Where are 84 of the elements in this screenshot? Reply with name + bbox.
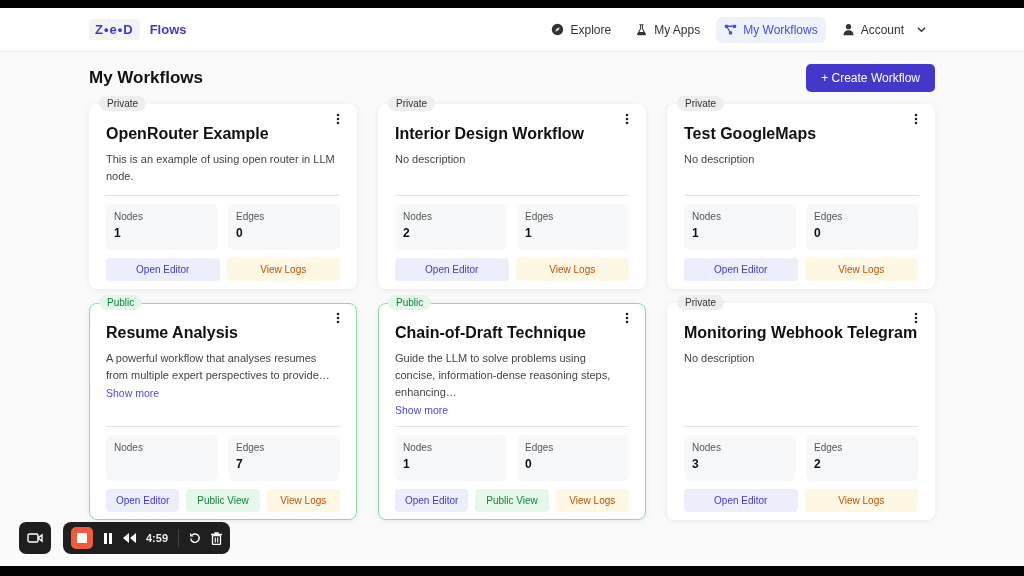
stat-label: Nodes xyxy=(403,442,433,453)
view-logs-button[interactable]: View Logs xyxy=(226,258,340,281)
open-editor-button[interactable]: Open Editor xyxy=(106,258,220,281)
flask-icon xyxy=(635,23,649,36)
view-logs-button[interactable]: View Logs xyxy=(555,489,629,512)
visibility-badge: Private xyxy=(99,96,147,111)
public-view-button[interactable]: Public View xyxy=(186,489,260,512)
nav-item[interactable]: My Workflows xyxy=(716,16,826,43)
card-title: Resume Analysis xyxy=(106,323,239,343)
card-description: No description xyxy=(684,351,756,366)
stat-label: Nodes xyxy=(114,211,144,222)
nav-item[interactable]: Explore xyxy=(543,16,620,43)
logo[interactable]: Z•e•D xyxy=(89,19,140,40)
open-editor-button[interactable]: Open Editor xyxy=(684,489,798,512)
stat-label: Edges xyxy=(525,442,555,453)
stat-value: 1 xyxy=(114,226,122,240)
visibility-badge: Private xyxy=(677,295,725,310)
more-icon[interactable] xyxy=(336,312,340,324)
open-editor-button[interactable]: Open Editor xyxy=(684,258,798,281)
stat-label: Nodes xyxy=(692,211,722,222)
card-description: No description xyxy=(395,152,467,167)
stat-label: Edges xyxy=(814,211,844,222)
rewind-icon[interactable] xyxy=(123,533,136,543)
card-title: Monitoring Webhook Telegram xyxy=(684,323,918,343)
more-icon[interactable] xyxy=(336,113,340,125)
more-icon[interactable] xyxy=(625,312,629,324)
view-logs-button[interactable]: View Logs xyxy=(804,258,918,281)
stat-label: Edges xyxy=(236,442,266,453)
visibility-badge: Private xyxy=(388,96,436,111)
stat-label: Nodes xyxy=(692,442,722,453)
show-more-link[interactable]: Show more xyxy=(106,387,160,399)
brand-name[interactable]: Flows xyxy=(149,22,187,37)
card-description: No description xyxy=(684,152,756,167)
stat-value: 3 xyxy=(692,457,700,471)
public-view-button[interactable]: Public View xyxy=(475,489,549,512)
user-icon xyxy=(841,23,855,36)
pause-icon[interactable] xyxy=(103,532,113,544)
visibility-badge: Public xyxy=(388,295,432,310)
camera-button[interactable] xyxy=(19,522,51,554)
stat-label: Edges xyxy=(525,211,555,222)
nav-item[interactable]: My Apps xyxy=(627,16,709,43)
stat-value: 1 xyxy=(525,226,533,240)
stop-button[interactable] xyxy=(71,527,93,549)
open-editor-button[interactable]: Open Editor xyxy=(106,489,180,512)
open-editor-button[interactable]: Open Editor xyxy=(395,489,469,512)
nodes-icon xyxy=(724,23,738,36)
card-description: This is an example of using open router in LLM node. xyxy=(106,152,336,184)
stat-value: 0 xyxy=(236,226,244,240)
card-title: Chain-of-Draft Technique xyxy=(395,323,587,343)
visibility-badge: Private xyxy=(677,96,725,111)
stat-value: 0 xyxy=(525,457,533,471)
more-icon[interactable] xyxy=(625,113,629,125)
view-logs-button[interactable]: View Logs xyxy=(515,258,629,281)
stat-value: 1 xyxy=(403,457,411,471)
more-icon[interactable] xyxy=(914,113,918,125)
card-title: OpenRouter Example xyxy=(106,124,270,144)
card-description: Guide the LLM to solve problems using concise, information-dense reasoning steps, enhancing… xyxy=(395,351,612,400)
view-logs-button[interactable]: View Logs xyxy=(266,489,340,512)
open-editor-button[interactable]: Open Editor xyxy=(395,258,509,281)
compass-icon xyxy=(551,23,565,36)
recording-time: 4:59 xyxy=(146,532,169,544)
trash-icon[interactable] xyxy=(211,531,223,545)
stat-label: Edges xyxy=(236,211,266,222)
stat-value: 2 xyxy=(814,457,822,471)
nav-item[interactable]: Account xyxy=(833,16,935,43)
stat-value: 0 xyxy=(814,226,822,240)
stat-label: Nodes xyxy=(403,211,433,222)
view-logs-button[interactable]: View Logs xyxy=(804,489,918,512)
more-icon[interactable] xyxy=(914,312,918,324)
video-camera-icon xyxy=(27,532,43,544)
stat-label: Nodes xyxy=(114,442,144,453)
stat-value: 1 xyxy=(692,226,700,240)
show-more-link[interactable]: Show more xyxy=(395,404,449,416)
visibility-badge: Public xyxy=(99,295,143,310)
stat-label: Edges xyxy=(814,442,844,453)
card-description: A powerful workflow that analyses resumes from multiple expert perspectives to provide… xyxy=(106,351,331,383)
page-title: My Workflows xyxy=(89,68,203,88)
create-workflow-button[interactable]: + Create Workflow xyxy=(806,64,935,92)
card-title: Test GoogleMaps xyxy=(684,124,818,144)
card-title: Interior Design Workflow xyxy=(395,124,586,144)
stat-value: 7 xyxy=(236,457,244,471)
chevron-down-icon xyxy=(916,24,927,35)
restart-icon[interactable] xyxy=(189,532,202,544)
stat-value: 2 xyxy=(403,226,411,240)
